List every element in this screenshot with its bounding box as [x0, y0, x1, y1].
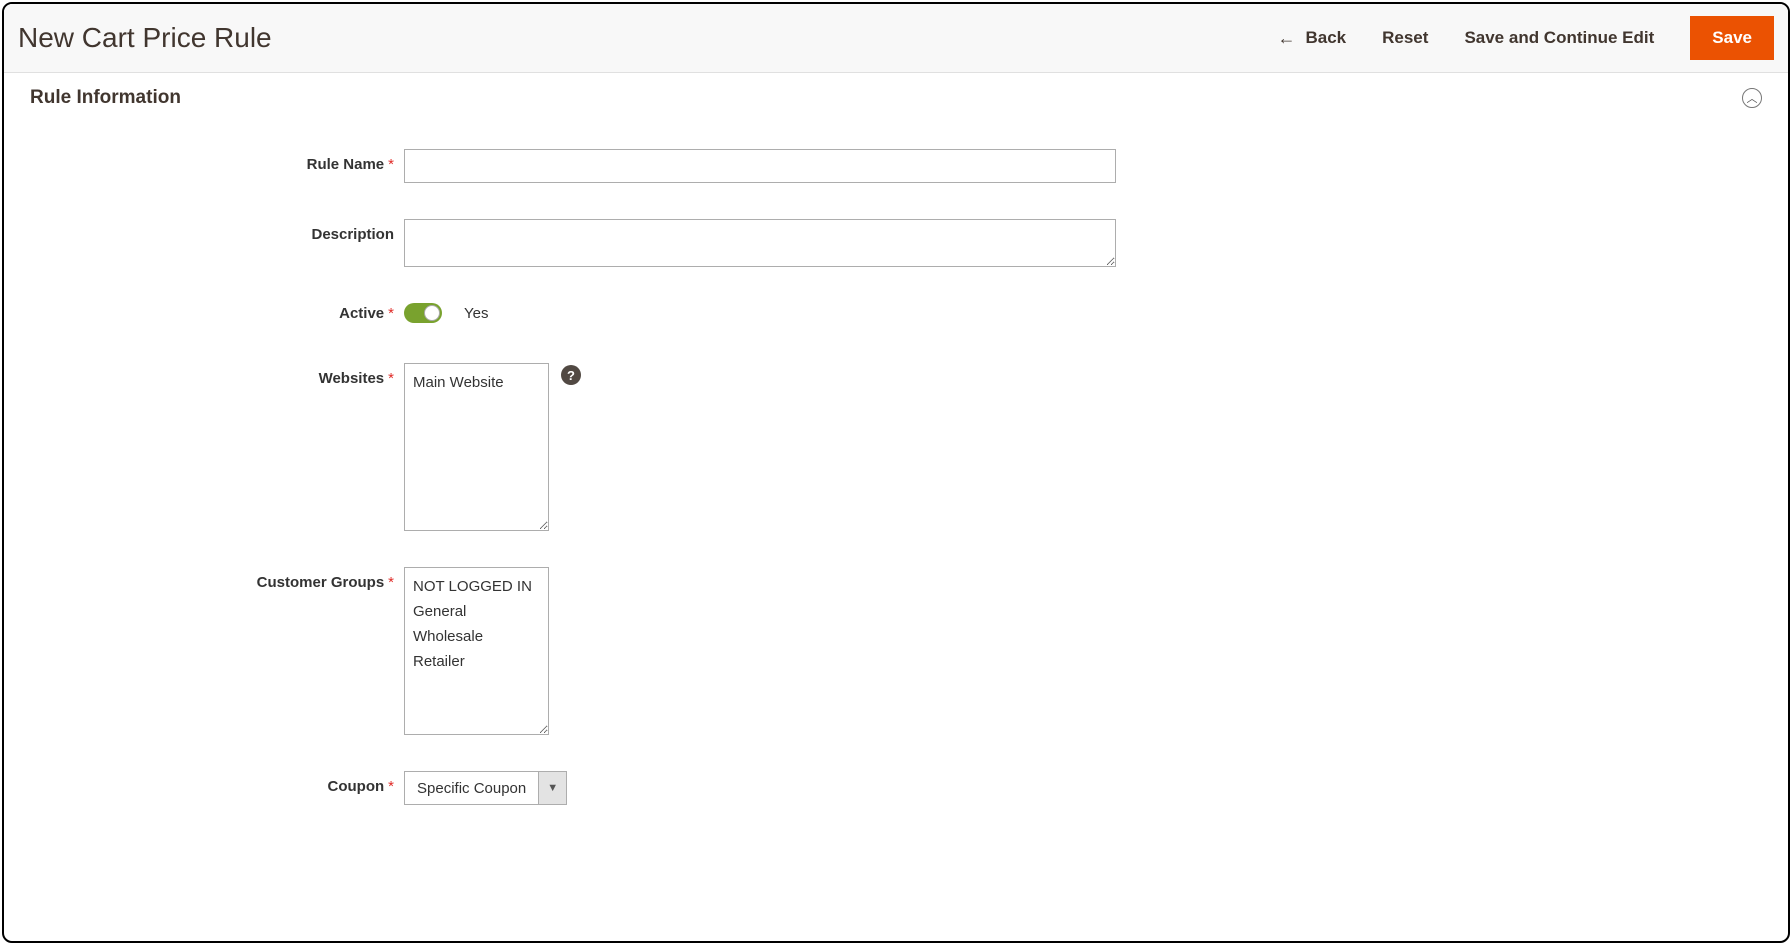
rule-name-label-text: Rule Name	[307, 156, 385, 173]
websites-multiselect[interactable]: Main Website	[404, 363, 549, 531]
description-label: Description	[4, 219, 404, 243]
websites-row: Websites* Main Website ?	[4, 363, 1788, 531]
section-title: Rule Information	[30, 87, 181, 109]
customer-groups-option[interactable]: Wholesale	[413, 624, 540, 649]
required-star: *	[388, 778, 394, 795]
back-label: Back	[1305, 28, 1346, 48]
rule-name-row: Rule Name*	[4, 149, 1788, 183]
toggle-knob	[424, 305, 440, 321]
description-input[interactable]	[404, 219, 1116, 267]
active-label: Active*	[4, 305, 404, 322]
page-title: New Cart Price Rule	[18, 22, 272, 54]
chevron-down-icon: ▼	[538, 772, 566, 804]
rule-name-input[interactable]	[404, 149, 1116, 183]
coupon-select[interactable]: Specific Coupon ▼	[404, 771, 567, 805]
customer-groups-multiselect[interactable]: NOT LOGGED IN General Wholesale Retailer	[404, 567, 549, 735]
reset-button[interactable]: Reset	[1382, 28, 1428, 48]
customer-groups-option[interactable]: General	[413, 599, 540, 624]
header-bar: New Cart Price Rule ← Back Reset Save an…	[4, 4, 1788, 73]
reset-label: Reset	[1382, 28, 1428, 48]
active-toggle[interactable]	[404, 303, 442, 323]
customer-groups-option[interactable]: NOT LOGGED IN	[413, 574, 540, 599]
save-continue-label: Save and Continue Edit	[1464, 28, 1654, 48]
save-continue-button[interactable]: Save and Continue Edit	[1464, 28, 1654, 48]
websites-label: Websites*	[4, 363, 404, 387]
coupon-row: Coupon* Specific Coupon ▼	[4, 771, 1788, 805]
customer-groups-label: Customer Groups*	[4, 567, 404, 591]
coupon-label: Coupon*	[4, 771, 404, 795]
back-button[interactable]: ← Back	[1277, 28, 1346, 49]
required-star: *	[388, 574, 394, 591]
active-label-text: Active	[339, 305, 384, 322]
description-label-text: Description	[311, 226, 394, 243]
active-value-label: Yes	[464, 305, 488, 322]
rule-name-label: Rule Name*	[4, 149, 404, 173]
back-arrow-icon: ←	[1277, 28, 1295, 49]
required-star: *	[388, 370, 394, 387]
coupon-selected: Specific Coupon	[405, 772, 538, 804]
active-row: Active* Yes	[4, 303, 1788, 323]
websites-label-text: Websites	[319, 370, 385, 387]
chevron-up-icon[interactable]: ︿	[1742, 88, 1762, 108]
description-row: Description	[4, 219, 1788, 267]
form-body: Rule Name* Description Active* Yes	[4, 119, 1788, 941]
customer-groups-label-text: Customer Groups	[257, 574, 385, 591]
help-icon[interactable]: ?	[561, 365, 581, 385]
customer-groups-option[interactable]: Retailer	[413, 649, 540, 674]
customer-groups-row: Customer Groups* NOT LOGGED IN General W…	[4, 567, 1788, 735]
header-actions: ← Back Reset Save and Continue Edit Save	[1277, 16, 1774, 60]
websites-option[interactable]: Main Website	[413, 370, 540, 395]
section-header[interactable]: Rule Information ︿	[4, 73, 1788, 119]
required-star: *	[388, 305, 394, 322]
required-star: *	[388, 156, 394, 173]
save-button[interactable]: Save	[1690, 16, 1774, 60]
coupon-label-text: Coupon	[328, 778, 385, 795]
save-label: Save	[1712, 28, 1752, 47]
